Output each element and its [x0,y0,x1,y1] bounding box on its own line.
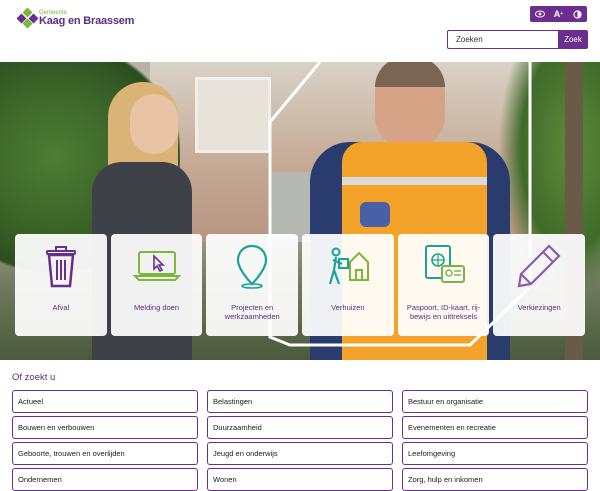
topic-link-belastingen[interactable]: Belastingen [207,390,393,413]
text-size-icon[interactable]: A + [551,9,567,19]
tile-label: Melding doen [133,303,180,312]
topic-link-geboorte[interactable]: Geboorte, trouwen en overlijden [12,442,198,465]
topic-link-leefomgeving[interactable]: Leefomgeving [402,442,588,465]
tile-label: Paspoort, ID-kaart, rij-bewijs en uittre… [406,303,481,321]
pencil-icon [515,242,563,290]
read-aloud-eye-icon[interactable] [532,10,548,18]
topic-link-evenementen[interactable]: Evenementen en recreatie [402,416,588,439]
topic-link-jeugd[interactable]: Jeugd en onderwijs [207,442,393,465]
laptop-cursor-icon [132,242,181,290]
tile-label: Afval [52,303,70,312]
tile-verhuizen[interactable]: Verhuizen [302,234,394,336]
moving-person-icon [324,242,372,290]
tile-projecten[interactable]: Projecten en werkzaamheden [206,234,299,336]
topic-link-bouwen[interactable]: Bouwen en verbouwen [12,416,198,439]
passport-id-icon [420,242,468,290]
tile-verkiezingen[interactable]: Verkiezingen [493,234,586,336]
topic-link-duurzaamheid[interactable]: Duurzaamheid [207,416,393,439]
search-input[interactable] [447,30,558,49]
search-form: Zoek [447,30,588,49]
site-logo[interactable]: Gemeente Kaag en Braassem [16,7,135,29]
trash-icon [37,242,85,290]
accessibility-toolbar: A + [530,6,587,22]
tile-label: Verkiezingen [517,303,561,312]
tile-melding-doen[interactable]: Melding doen [110,234,203,336]
logo-title: Kaag en Braassem [39,14,135,27]
tile-afval[interactable]: Afval [15,234,107,336]
section-title-of-zoekt-u: Of zoekt u [12,372,56,383]
search-button[interactable]: Zoek [558,30,588,49]
topic-link-actueel[interactable]: Actueel [12,390,198,413]
site-header: Gemeente Kaag en Braassem A + Zoek [0,0,600,62]
tile-paspoort[interactable]: Paspoort, ID-kaart, rij-bewijs en uittre… [397,234,490,336]
contrast-icon[interactable] [570,9,586,19]
map-pin-icon [228,242,276,290]
quick-links-tiles: Afval Melding doen Projecten en werkzaam… [15,234,586,336]
topic-link-bestuur[interactable]: Bestuur en organisatie [402,390,588,413]
logo-mark-icon [16,7,39,29]
tile-label: Verhuizen [331,303,365,312]
tile-label: Projecten en werkzaamheden [224,303,280,321]
